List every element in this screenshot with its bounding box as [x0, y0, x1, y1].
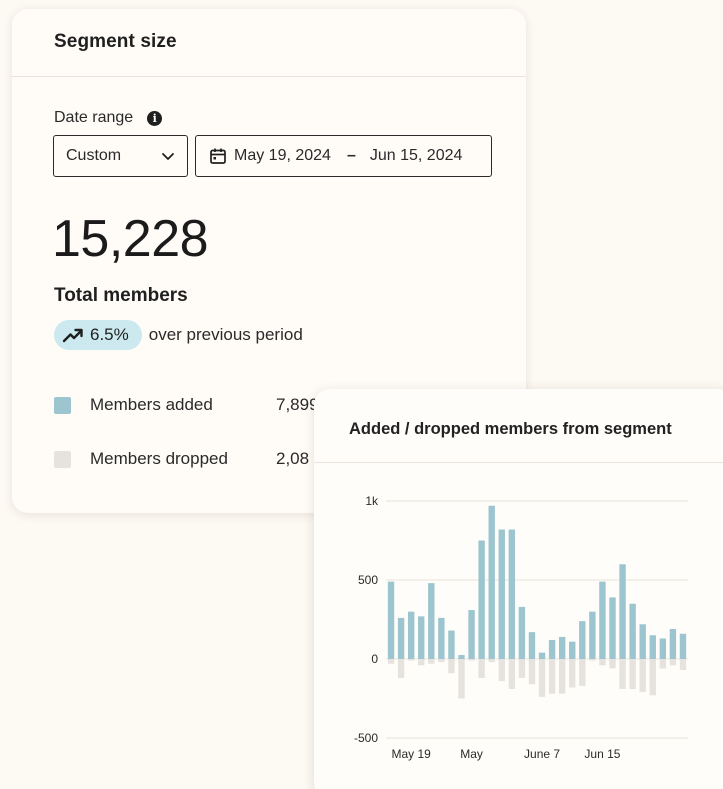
- date-range-label: Date range: [54, 109, 134, 126]
- x-tick-label: May: [460, 747, 483, 761]
- added-dropped-chart-card: Added / dropped members from segment 1k 5…: [314, 389, 723, 789]
- bar-added: [387, 581, 395, 659]
- bar-added: [569, 641, 576, 659]
- bar-dropped: [418, 659, 425, 666]
- bar-added: [639, 624, 646, 659]
- bar-dropped: [649, 659, 656, 696]
- legend-value-added: 7,899: [276, 395, 319, 414]
- bar-added: [468, 610, 475, 659]
- legend-label-dropped: Members dropped: [90, 449, 228, 468]
- date-end: Jun 15, 2024: [369, 147, 463, 164]
- bar-dropped: [609, 659, 616, 669]
- bar-dropped: [639, 659, 646, 693]
- date-range-select[interactable]: Custom: [53, 135, 188, 177]
- bar-dropped: [458, 659, 465, 699]
- bar-dropped: [397, 659, 405, 678]
- bar-added: [418, 616, 425, 659]
- y-tick-label: -500: [354, 731, 378, 745]
- bar-dropped: [468, 659, 475, 661]
- bar-added: [478, 540, 485, 659]
- trending-up-icon: [62, 328, 83, 343]
- bar-dropped: [679, 659, 687, 671]
- card-title: Segment size: [12, 9, 526, 77]
- bar-added: [589, 611, 596, 659]
- bar-dropped: [558, 659, 566, 694]
- bar-added: [428, 583, 435, 659]
- bar-added: [659, 638, 667, 659]
- bar-dropped: [548, 659, 556, 694]
- date-range-label-row: Date range i: [54, 109, 163, 127]
- date-range-select-value: Custom: [66, 147, 122, 164]
- legend-label-added: Members added: [90, 395, 213, 414]
- date-separator: –: [346, 147, 356, 164]
- total-members-value: 15,228: [52, 210, 209, 268]
- bar-added: [669, 628, 677, 659]
- bar-added: [488, 505, 495, 659]
- bar-dropped: [528, 659, 536, 685]
- bar-dropped: [599, 659, 606, 666]
- bar-added: [679, 633, 687, 659]
- bar-dropped: [629, 659, 636, 690]
- bar-dropped: [438, 659, 445, 663]
- bar-added: [448, 630, 455, 659]
- x-tick-label: Jun 15: [584, 747, 620, 761]
- date-range-picker[interactable]: May 19, 2024 – Jun 15, 2024: [195, 135, 492, 177]
- trend-row: 6.5% over previous period: [54, 320, 303, 350]
- x-tick-label: June 7: [524, 747, 560, 761]
- bar-dropped: [448, 659, 455, 674]
- trend-percent: 6.5%: [90, 325, 129, 344]
- bar-dropped: [659, 659, 667, 669]
- bar-added: [599, 581, 606, 659]
- legend-swatch-dropped: [54, 450, 71, 468]
- bar-chart: 1k 500 0 -500 May 19 May June 7 Jun 15: [354, 494, 688, 761]
- bar-added: [458, 655, 465, 659]
- bar-added: [498, 529, 505, 659]
- bar-dropped: [488, 659, 495, 663]
- bar-added: [558, 636, 566, 659]
- y-tick-label: 1k: [365, 494, 379, 508]
- y-tick-label: 0: [371, 652, 378, 666]
- legend-item-added: Members added 7,899: [54, 395, 319, 415]
- bar-added: [538, 652, 546, 659]
- bar-dropped: [428, 659, 435, 664]
- x-tick-label: May 19: [391, 747, 431, 761]
- bar-dropped: [508, 659, 516, 690]
- bar-added: [629, 603, 636, 659]
- bar-dropped: [569, 659, 576, 688]
- bar-dropped: [478, 659, 485, 678]
- legend-swatch-added: [54, 396, 71, 414]
- bar-added: [518, 606, 526, 659]
- trend-text: over previous period: [148, 325, 303, 344]
- bar-added: [579, 621, 586, 659]
- bar-dropped: [407, 659, 415, 661]
- bar-added: [528, 632, 536, 659]
- trend-badge: 6.5%: [54, 320, 142, 350]
- y-tick-label: 500: [358, 573, 378, 587]
- bar-added: [609, 597, 616, 659]
- legend-item-dropped: Members dropped 2,08: [54, 449, 309, 469]
- bar-added: [397, 617, 405, 659]
- bar-dropped: [538, 659, 546, 697]
- bar-added: [407, 611, 415, 659]
- bar-dropped: [387, 659, 395, 664]
- bar-dropped: [619, 659, 626, 690]
- bar-added: [649, 635, 656, 659]
- bar-added: [548, 640, 556, 659]
- chevron-down-icon: [162, 153, 174, 160]
- bar-dropped: [589, 659, 596, 661]
- bar-added: [438, 617, 445, 659]
- info-icon[interactable]: i: [147, 110, 163, 126]
- bar-dropped: [518, 659, 526, 678]
- bar-dropped: [579, 659, 586, 686]
- date-start: May 19, 2024: [234, 147, 331, 164]
- legend-value-dropped: 2,08: [276, 449, 310, 468]
- bar-dropped: [669, 659, 677, 666]
- calendar-icon: [210, 148, 226, 164]
- bar-dropped: [498, 659, 505, 682]
- bar-added: [508, 529, 516, 659]
- total-members-label: Total members: [54, 285, 188, 306]
- bar-added: [619, 564, 626, 659]
